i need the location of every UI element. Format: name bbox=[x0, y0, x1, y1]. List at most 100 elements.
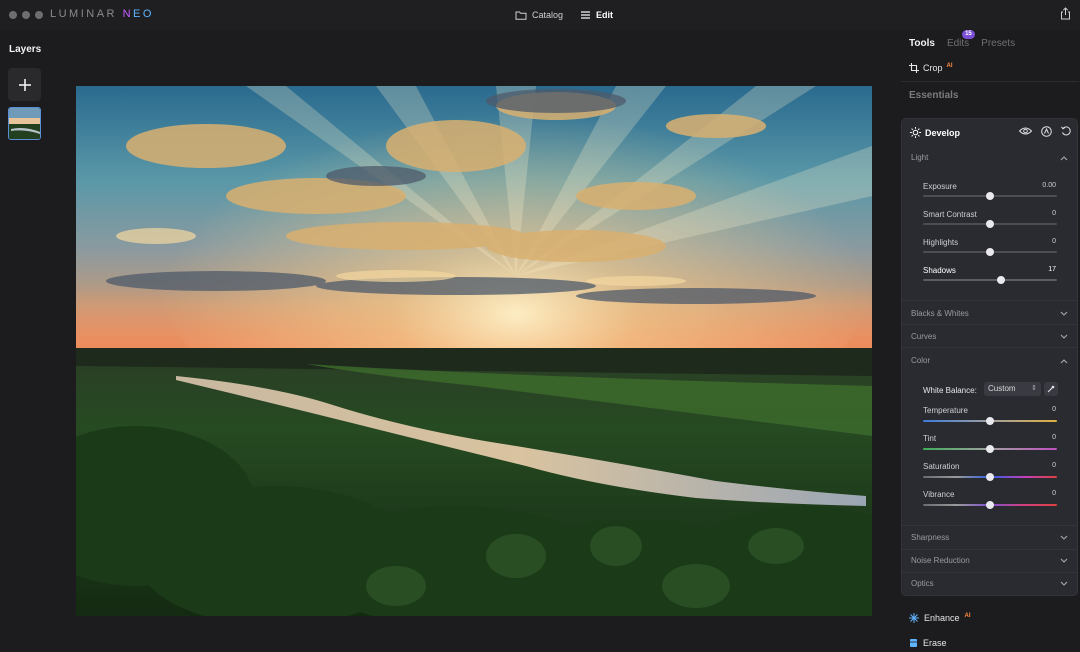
crop-tool-button[interactable]: Crop AI bbox=[909, 63, 953, 73]
tint-slider[interactable] bbox=[923, 445, 1057, 453]
temperature-label: Temperature bbox=[923, 406, 968, 415]
divider bbox=[902, 549, 1077, 550]
panel-tabs: Tools Edits 15 Presets bbox=[909, 30, 1015, 49]
highlights-slider[interactable] bbox=[923, 248, 1057, 256]
shadows-value: 17 bbox=[1048, 266, 1056, 273]
crop-icon bbox=[909, 63, 919, 73]
highlights-value: 0 bbox=[1052, 238, 1056, 245]
white-balance-value: Custom bbox=[988, 384, 1016, 393]
tint-label: Tint bbox=[923, 434, 937, 443]
highlights-label: Highlights bbox=[923, 238, 959, 247]
enhance-tool-button[interactable]: Enhance AI bbox=[909, 613, 971, 623]
vibrance-slider[interactable] bbox=[923, 501, 1057, 509]
landscape-photo bbox=[76, 86, 872, 616]
layer-thumbnail[interactable] bbox=[8, 107, 41, 140]
temperature-value: 0 bbox=[1052, 406, 1056, 413]
develop-panel: Develop Light Exposure 0.00 Smart Contra… bbox=[901, 118, 1078, 596]
exposure-knob[interactable] bbox=[986, 192, 994, 200]
tab-presets[interactable]: Presets bbox=[981, 38, 1015, 49]
saturation-label: Saturation bbox=[923, 462, 960, 471]
eyedropper-icon bbox=[1047, 385, 1055, 393]
photo-canvas[interactable] bbox=[76, 86, 872, 616]
smart-contrast-knob[interactable] bbox=[986, 220, 994, 228]
vibrance-knob[interactable] bbox=[986, 501, 994, 509]
optics-section[interactable]: Optics bbox=[911, 579, 934, 588]
shadows-slider[interactable] bbox=[923, 276, 1057, 284]
crop-label: Crop bbox=[923, 63, 943, 73]
add-layer-button[interactable] bbox=[8, 68, 41, 101]
vibrance-value: 0 bbox=[1052, 490, 1056, 497]
smart-contrast-slider[interactable] bbox=[923, 220, 1057, 228]
chevron-up-icon[interactable] bbox=[1060, 155, 1068, 161]
minimize-window-button[interactable] bbox=[22, 11, 30, 19]
noise-reduction-section[interactable]: Noise Reduction bbox=[911, 556, 970, 565]
divider bbox=[902, 525, 1077, 526]
color-section-header[interactable]: Color bbox=[911, 356, 930, 365]
white-balance-label: White Balance: bbox=[923, 386, 977, 395]
tint-value: 0 bbox=[1052, 434, 1056, 441]
exposure-value: 0.00 bbox=[1042, 182, 1056, 189]
exposure-slider[interactable] bbox=[923, 192, 1057, 200]
sharpness-section[interactable]: Sharpness bbox=[911, 533, 949, 542]
smart-contrast-label: Smart Contrast bbox=[923, 210, 977, 219]
sliders-icon bbox=[581, 11, 590, 19]
tab-tools[interactable]: Tools bbox=[909, 38, 935, 49]
enhance-label: Enhance bbox=[924, 613, 960, 623]
curves-section[interactable]: Curves bbox=[911, 332, 936, 341]
saturation-knob[interactable] bbox=[986, 473, 994, 481]
tab-edits-label: Edits bbox=[946, 38, 970, 49]
shadows-knob[interactable] bbox=[997, 276, 1006, 284]
share-icon bbox=[1061, 7, 1070, 20]
catalog-label: Catalog bbox=[532, 10, 564, 20]
app-logo: LUMINAR NEO bbox=[50, 8, 154, 20]
edit-label: Edit bbox=[596, 10, 613, 20]
catalog-button[interactable]: Catalog bbox=[515, 7, 563, 23]
layers-title: Layers bbox=[9, 44, 42, 55]
ai-badge: AI bbox=[964, 612, 971, 619]
blacks-whites-section[interactable]: Blacks & Whites bbox=[911, 309, 969, 318]
divider bbox=[902, 324, 1077, 325]
develop-header[interactable]: Develop bbox=[910, 127, 960, 138]
chevron-down-icon[interactable] bbox=[1060, 334, 1068, 340]
folder-icon bbox=[515, 11, 527, 20]
highlights-knob[interactable] bbox=[986, 248, 994, 256]
divider bbox=[902, 347, 1077, 348]
chevron-down-icon[interactable] bbox=[1060, 581, 1068, 587]
develop-actions bbox=[1019, 126, 1071, 137]
brand-suffix-n: N bbox=[122, 8, 134, 20]
erase-tool-button[interactable]: Erase bbox=[909, 638, 947, 648]
chevron-down-icon[interactable] bbox=[1060, 535, 1068, 541]
reset-icon[interactable] bbox=[1061, 126, 1071, 136]
maximize-window-button[interactable] bbox=[35, 11, 43, 19]
brand-suffix-rest: EO bbox=[133, 8, 154, 20]
vibrance-label: Vibrance bbox=[923, 490, 955, 499]
chevron-down-icon[interactable] bbox=[1060, 558, 1068, 564]
eye-icon[interactable] bbox=[1019, 126, 1032, 136]
plus-icon bbox=[18, 78, 31, 91]
eyedropper-button[interactable] bbox=[1044, 382, 1058, 396]
essentials-heading: Essentials bbox=[909, 90, 959, 101]
edit-button[interactable]: Edit bbox=[580, 7, 613, 23]
chevron-down-icon[interactable] bbox=[1060, 311, 1068, 317]
light-section-header[interactable]: Light bbox=[911, 153, 928, 162]
ai-badge: AI bbox=[946, 62, 953, 69]
saturation-slider[interactable] bbox=[923, 473, 1057, 481]
divider bbox=[902, 572, 1077, 573]
sun-icon bbox=[910, 127, 921, 138]
smart-contrast-value: 0 bbox=[1052, 210, 1056, 217]
divider bbox=[902, 300, 1077, 301]
temperature-slider[interactable] bbox=[923, 417, 1057, 425]
tint-knob[interactable] bbox=[986, 445, 994, 453]
share-button[interactable] bbox=[1060, 7, 1071, 25]
white-balance-select[interactable]: Custom ⇕ bbox=[984, 382, 1041, 396]
layer-thumbnail-image bbox=[9, 108, 40, 139]
close-window-button[interactable] bbox=[9, 11, 17, 19]
brand-name: LUMINAR bbox=[50, 8, 118, 20]
saturation-value: 0 bbox=[1052, 462, 1056, 469]
temperature-knob[interactable] bbox=[986, 417, 994, 425]
presets-icon[interactable] bbox=[1041, 126, 1052, 137]
tab-edits[interactable]: Edits 15 bbox=[946, 30, 975, 49]
shadows-label: Shadows bbox=[923, 266, 956, 275]
chevron-up-icon[interactable] bbox=[1060, 358, 1068, 364]
edits-count-badge: 15 bbox=[961, 30, 975, 39]
